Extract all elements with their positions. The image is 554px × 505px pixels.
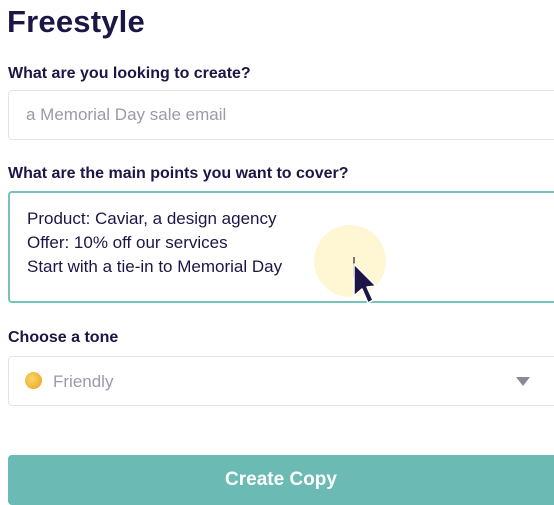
mouse-pointer-icon	[353, 263, 376, 304]
create-input[interactable]	[8, 90, 554, 140]
points-textarea[interactable]: Product: Caviar, a design agency Offer: …	[8, 191, 554, 303]
create-field-label: What are you looking to create?	[8, 65, 251, 82]
chevron-down-icon	[516, 377, 530, 386]
create-copy-label: Create Copy	[225, 469, 337, 490]
points-line: Start with a tie-in to Memorial Day	[27, 257, 283, 276]
points-field-label: What are the main points you want to cov…	[8, 165, 349, 182]
tone-field-label: Choose a tone	[8, 329, 119, 346]
points-line: Product: Caviar, a design agency	[27, 209, 277, 228]
smiley-face-icon	[25, 372, 42, 389]
tone-select[interactable]: Friendly	[8, 356, 554, 406]
points-line: Offer: 10% off our services	[27, 233, 228, 252]
tone-selected-value: Friendly	[53, 372, 114, 391]
page-title: Freestyle	[7, 4, 145, 39]
create-copy-button[interactable]: Create Copy	[8, 455, 554, 505]
